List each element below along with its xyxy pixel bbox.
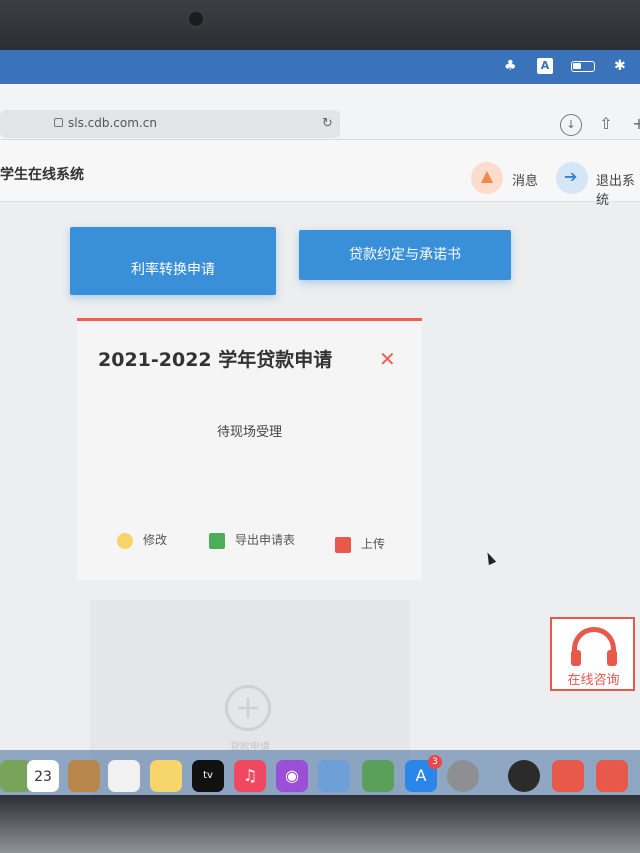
laptop-bezel-bottom [0,795,640,853]
online-consult-widget[interactable]: 在线咨询 [550,617,635,691]
menu-bar: ♣ A ✱ [0,50,640,84]
share-icon[interactable]: ⇧ [595,114,617,136]
upload-button[interactable]: 上传 [335,535,385,555]
close-icon[interactable]: ✕ [379,347,396,371]
url-text[interactable]: sls.cdb.com.cn [68,116,157,130]
mouse-cursor-icon [483,550,497,566]
add-icon[interactable]: + [225,685,271,731]
download-icon [209,532,225,549]
contacts-icon[interactable] [68,760,100,792]
qq-icon[interactable] [508,760,540,792]
consult-label: 在线咨询 [567,673,620,688]
screen: ♣ A ✱ sls.cdb.com.cn ↻ ↓ ⇧ + 学生在线系统 消息 退… [0,50,640,802]
webcam-icon [187,10,205,28]
reminders-icon[interactable] [108,760,140,792]
keynote-icon[interactable] [318,760,350,792]
headset-icon [571,627,617,666]
app-red-2-icon[interactable] [596,760,628,792]
address-bar[interactable]: sls.cdb.com.cn ↻ [0,110,340,138]
download-icon[interactable]: ↓ [560,114,582,136]
page-header: 学生在线系统 消息 退出系统 [0,140,640,208]
edit-button[interactable]: 修改 [117,531,167,551]
laptop-bezel-top [0,0,640,52]
logout-icon[interactable] [556,162,588,194]
logout-link[interactable]: 退出系统 [596,170,640,208]
upload-label: 上传 [361,537,386,551]
new-tab-icon[interactable]: + [628,114,640,136]
messages-link[interactable]: 消息 [512,170,538,189]
site-title: 学生在线系统 [0,167,84,183]
loan-application-card: 2021-2022 学年贷款申请 ✕ 待现场受理 修改 导出申请表 上传 [77,318,422,580]
bluetooth-icon[interactable]: ✱ [614,58,626,74]
music-icon[interactable]: ♫ [234,760,266,792]
app-store-badge: 3 [428,755,442,769]
apple-tv-icon[interactable]: tv [192,760,224,792]
system-preferences-icon[interactable] [447,760,479,792]
app-red-icon[interactable] [552,760,584,792]
rate-conversion-button[interactable]: 利率转换申请 [70,227,276,295]
status-text: 待现场受理 [216,425,282,440]
upload-icon [335,536,351,553]
bell-icon[interactable] [471,162,503,194]
export-button[interactable]: 导出申请表 [209,531,295,551]
export-label: 导出申请表 [235,533,296,547]
input-method-icon[interactable]: A [537,58,553,74]
loan-agreement-button[interactable]: 贷款约定与承诺书 [299,230,511,280]
calendar-icon[interactable]: 23 [27,760,59,792]
card-title: 2021-2022 学年贷款申请 [98,349,333,371]
podcasts-icon[interactable]: ◉ [276,760,308,792]
numbers-icon[interactable] [362,760,394,792]
app-store-icon[interactable]: A 3 [405,755,442,792]
reload-icon[interactable]: ↻ [322,116,333,131]
browser-toolbar: sls.cdb.com.cn ↻ ↓ ⇧ + [0,84,640,140]
edit-label: 修改 [143,533,168,547]
qq-status-icon[interactable]: ♣ [504,58,517,74]
notes-icon[interactable] [150,760,182,792]
lock-icon [54,118,63,127]
battery-icon[interactable] [571,61,595,72]
edit-icon [117,532,133,549]
